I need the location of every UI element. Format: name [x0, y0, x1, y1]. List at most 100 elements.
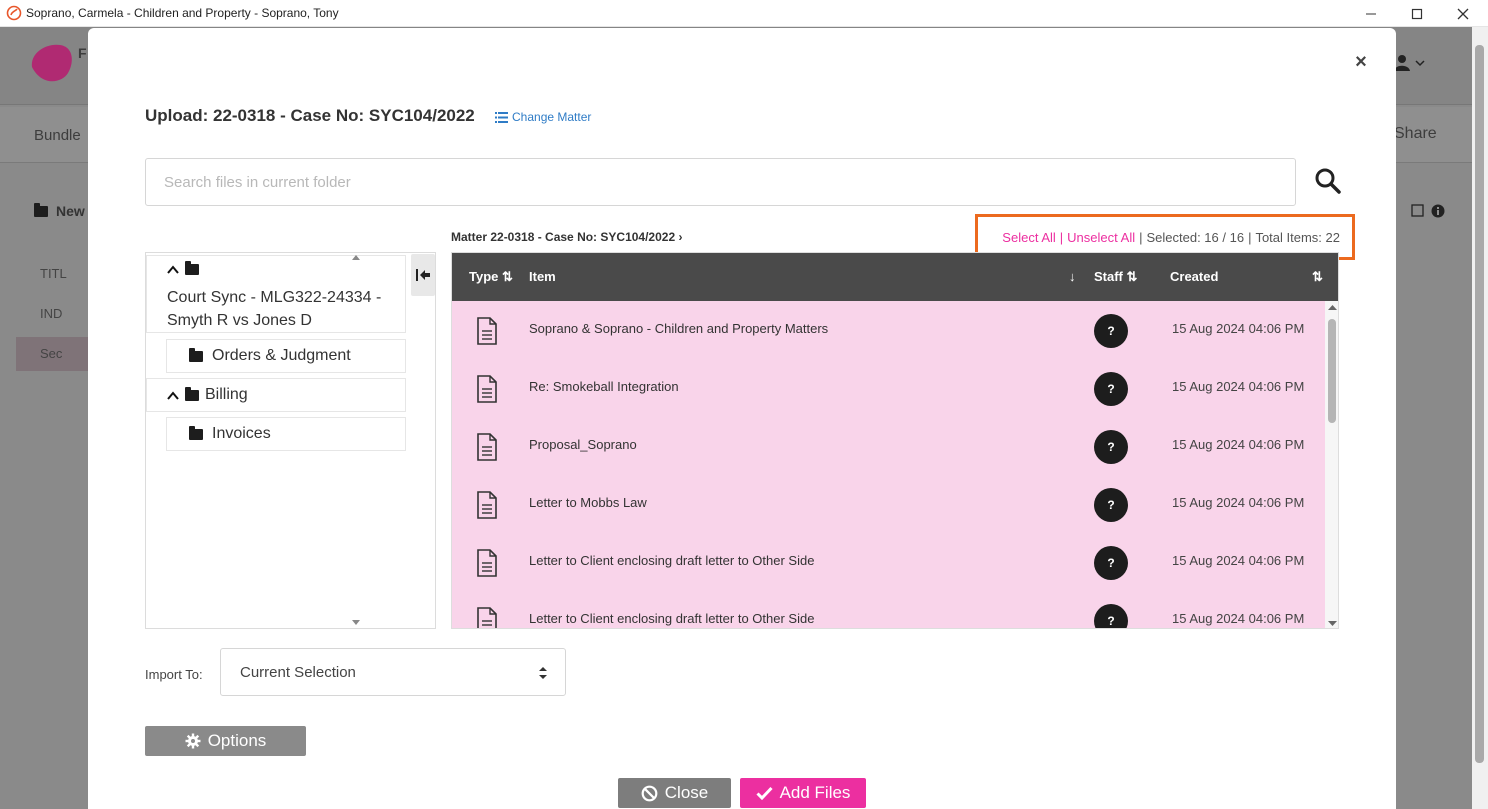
- tree-node-invoices[interactable]: Invoices: [166, 417, 406, 451]
- import-to-value: Current Selection: [240, 664, 356, 681]
- minimize-icon: [1366, 13, 1376, 14]
- modal-close-icon[interactable]: ×: [1350, 50, 1372, 74]
- table-row[interactable]: Letter to Client enclosing draft letter …: [452, 591, 1325, 628]
- staff-avatar: ?: [1094, 430, 1128, 464]
- toolbar-icons: [1392, 203, 1448, 219]
- close-label: Close: [664, 783, 709, 802]
- document-icon: [477, 607, 497, 628]
- tree-node-label: Court Sync - MLG322-24334 - Smyth R vs J…: [167, 289, 382, 329]
- unselect-all-link[interactable]: Unselect All: [1067, 230, 1135, 245]
- table-header: Type ⇅ Item ↓ Staff ⇅ Created ⇅: [452, 253, 1338, 301]
- close-button[interactable]: Close: [618, 778, 731, 808]
- staff-avatar: ?: [1094, 488, 1128, 522]
- options-label: Options: [207, 731, 267, 750]
- document-icon: [477, 433, 497, 461]
- user-menu-icon[interactable]: [1392, 53, 1426, 73]
- table-row[interactable]: Proposal_Soprano ? 15 Aug 2024 04:06 PM: [452, 417, 1325, 475]
- column-staff-label: Staff: [1094, 269, 1123, 284]
- table-scrollbar[interactable]: [1325, 301, 1338, 628]
- created-date: 15 Aug 2024 04:06 PM: [1172, 553, 1305, 568]
- options-button[interactable]: Options: [145, 726, 306, 756]
- document-icon: [477, 491, 497, 519]
- new-label: New: [56, 203, 85, 219]
- document-icon: [477, 375, 497, 403]
- separator: |: [1139, 229, 1143, 245]
- selected-count: Selected: 16 / 16: [1146, 229, 1245, 245]
- add-files-label: Add Files: [779, 783, 851, 802]
- window-scrollbar-thumb[interactable]: [1475, 45, 1484, 763]
- table-body: Soprano & Soprano - Children and Propert…: [452, 301, 1325, 628]
- folder-tree: Court Sync - MLG322-24334 - Smyth R vs J…: [145, 252, 435, 629]
- tree-scrollbar[interactable]: [350, 252, 362, 629]
- table-row[interactable]: Re: Smokeball Integration ? 15 Aug 2024 …: [452, 359, 1325, 417]
- search-icon[interactable]: [1313, 166, 1343, 196]
- created-date: 15 Aug 2024 04:06 PM: [1172, 437, 1305, 452]
- file-table: Type ⇅ Item ↓ Staff ⇅ Created ⇅ Soprano …: [451, 252, 1339, 629]
- document-icon: [477, 317, 497, 345]
- column-staff[interactable]: Staff ⇅: [1094, 253, 1137, 301]
- upload-title: Upload: 22-0318 - Case No: SYC104/2022: [145, 106, 475, 125]
- column-item[interactable]: Item: [529, 253, 556, 301]
- tree-node-orders[interactable]: Orders & Judgment: [166, 339, 406, 373]
- column-created[interactable]: Created: [1170, 253, 1218, 301]
- folder-icon: [185, 386, 199, 401]
- maximize-button[interactable]: [1394, 0, 1440, 27]
- maximize-icon: [1411, 8, 1423, 19]
- chevron-right-icon: ›: [678, 230, 683, 244]
- import-to-select[interactable]: Current Selection: [220, 648, 566, 696]
- document-icon: [477, 549, 497, 577]
- window-scrollbar[interactable]: [1472, 27, 1488, 809]
- tree-node-label: Invoices: [212, 425, 271, 442]
- add-files-button[interactable]: Add Files: [740, 778, 866, 808]
- breadcrumb-matter[interactable]: Matter 22-0318 - Case No: SYC104/2022: [451, 230, 675, 244]
- column-type[interactable]: Type ⇅: [469, 253, 513, 301]
- staff-avatar: ?: [1094, 314, 1128, 348]
- import-to-label: Import To:: [145, 667, 203, 682]
- caret-up-icon[interactable]: [167, 265, 179, 274]
- side-item-index[interactable]: IND: [16, 297, 88, 331]
- sort-icon: ⇅: [1126, 269, 1138, 284]
- search-input[interactable]: [145, 158, 1296, 206]
- tree-node-court-sync[interactable]: Court Sync - MLG322-24334 - Smyth R vs J…: [146, 255, 406, 333]
- select-all-link[interactable]: Select All: [1002, 230, 1055, 245]
- created-date: 15 Aug 2024 04:06 PM: [1172, 495, 1305, 510]
- check-icon: [756, 786, 773, 800]
- app-logo-icon: [6, 5, 22, 21]
- staff-avatar: ?: [1094, 604, 1128, 628]
- table-row[interactable]: Letter to Mobbs Law ? 15 Aug 2024 04:06 …: [452, 475, 1325, 533]
- total-count: Total Items: 22: [1255, 229, 1340, 245]
- file-name: Letter to Client enclosing draft letter …: [529, 611, 815, 626]
- table-row[interactable]: Soprano & Soprano - Children and Propert…: [452, 301, 1325, 359]
- tree-node-label: Billing: [205, 386, 248, 403]
- new-button[interactable]: New: [34, 202, 85, 219]
- list-icon: [495, 111, 508, 123]
- file-name: Letter to Client enclosing draft letter …: [529, 553, 815, 568]
- bundle-tab[interactable]: Bundle: [34, 127, 81, 144]
- brand-initial: F: [78, 45, 87, 61]
- folder-icon: [189, 347, 203, 362]
- column-type-label: Type: [469, 269, 499, 284]
- tree-node-billing[interactable]: Billing: [146, 378, 406, 412]
- column-item-label: Item: [529, 269, 556, 284]
- minimize-button[interactable]: [1348, 0, 1394, 27]
- file-name: Re: Smokeball Integration: [529, 379, 679, 394]
- folder-icon: [185, 261, 199, 275]
- side-item-section[interactable]: Sec: [16, 337, 88, 371]
- sort-desc-icon[interactable]: ↓: [1069, 253, 1076, 301]
- side-item-title[interactable]: TITL: [16, 257, 88, 291]
- table-scrollbar-thumb[interactable]: [1328, 319, 1336, 423]
- share-tab[interactable]: Share: [1394, 125, 1437, 143]
- window-close-button[interactable]: [1440, 0, 1486, 27]
- table-row[interactable]: Letter to Client enclosing draft letter …: [452, 533, 1325, 591]
- change-matter-link[interactable]: Change Matter: [495, 110, 591, 124]
- staff-avatar: ?: [1094, 372, 1128, 406]
- folder-plus-icon: [34, 202, 48, 217]
- sort-icon[interactable]: ⇅: [1312, 253, 1323, 301]
- breadcrumb: Matter 22-0318 - Case No: SYC104/2022 ›: [451, 230, 682, 244]
- ban-icon: [641, 785, 658, 801]
- caret-up-icon[interactable]: [167, 390, 179, 400]
- filter-info-icons[interactable]: [1392, 203, 1448, 219]
- collapse-panel-button[interactable]: [411, 254, 435, 296]
- panel-divider: [435, 252, 436, 629]
- file-name: Letter to Mobbs Law: [529, 495, 647, 510]
